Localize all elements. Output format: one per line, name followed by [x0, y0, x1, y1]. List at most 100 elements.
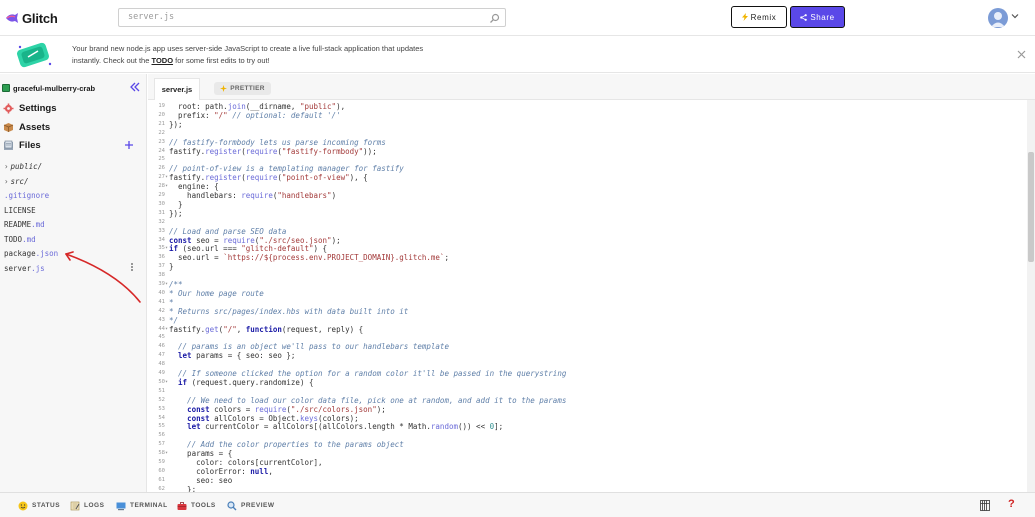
code-line[interactable]: 33 // Load and parse SEO data — [148, 227, 1028, 236]
file-item-readme[interactable]: README .md — [4, 218, 45, 230]
line-number: 19 — [158, 103, 165, 109]
code-line[interactable]: 32 — [148, 218, 1028, 227]
search-input[interactable]: server.js — [118, 8, 506, 27]
code-line[interactable]: 31}); — [148, 209, 1028, 218]
line-number: 40 — [158, 289, 165, 296]
code-line[interactable]: 35 ▾ if (seo.url === "glitch-default") { — [148, 244, 1028, 253]
chevron-right-icon: › — [4, 161, 9, 171]
code-line[interactable]: 47 let params = { seo: seo }; — [148, 351, 1028, 360]
code-line[interactable]: 51 — [148, 387, 1028, 396]
code-line[interactable]: 20 prefix: "/" // optional: default '/' — [148, 111, 1028, 120]
close-icon[interactable] — [1017, 50, 1026, 59]
sidebar-item-assets[interactable]: Assets — [3, 120, 50, 134]
share-button[interactable]: Share — [790, 6, 845, 28]
sidebar-item-files[interactable]: Files — [3, 138, 41, 152]
code-line[interactable]: 46 // params is an object we'll pass to … — [148, 342, 1028, 351]
code-line[interactable]: 60 colorError: null, — [148, 467, 1028, 476]
chevron-down-icon[interactable] — [1011, 12, 1019, 20]
line-number: 33 — [158, 227, 165, 234]
code-line[interactable]: 36 seo.url = `https://${process.env.PROJ… — [148, 253, 1028, 262]
code-line[interactable]: 38 — [148, 271, 1028, 280]
code-line[interactable]: 53 const colors = require("./src/colors.… — [148, 405, 1028, 414]
file-extension: .js — [31, 263, 45, 273]
code-text: fastify.register(require("point-of-view"… — [169, 173, 368, 183]
keyboard-shortcuts-icon[interactable] — [980, 500, 990, 511]
code-line[interactable]: 27 ▾ fastify.register(require("point-of-vi… — [148, 173, 1028, 182]
remix-button[interactable]: Remix — [731, 6, 787, 28]
file-item-todo[interactable]: TODO .md — [4, 233, 36, 245]
code-line[interactable]: 26 // point-of-view is a templating manag… — [148, 164, 1028, 173]
line-number: 27 — [158, 174, 165, 181]
code-line[interactable]: 52 // We need to load our color data fil… — [148, 396, 1028, 405]
glitch-logo[interactable]: Glitch — [5, 9, 58, 27]
tools-button[interactable]: TOOLS — [177, 499, 216, 512]
code-text: } — [169, 199, 183, 209]
editor-scrollbar[interactable] — [1027, 100, 1035, 492]
folder-item-src[interactable]: › src/ — [4, 175, 29, 187]
file-item-package-json[interactable]: package .json — [4, 247, 58, 259]
code-line[interactable]: 62 }; — [148, 485, 1028, 492]
code-line[interactable]: 59 color: colors[currentColor], — [148, 458, 1028, 467]
scrollbar-thumb[interactable] — [1028, 152, 1034, 262]
todo-link[interactable]: TODO — [152, 56, 174, 65]
preview-button[interactable]: PREVIEW — [227, 499, 274, 512]
code-line[interactable]: 58 ▾ params = { — [148, 449, 1028, 458]
line-number: 52 — [158, 396, 165, 403]
code-line[interactable]: 55 let currentColor = allColors[(allColo… — [148, 422, 1028, 431]
line-number: 31 — [158, 209, 165, 216]
line-number: 61 — [158, 476, 165, 483]
welcome-banner: Your brand new node.js app uses server-s… — [0, 37, 1035, 73]
code-line[interactable]: 21}); — [148, 120, 1028, 129]
code-area[interactable]: 19 root: path.join(__dirname, "public"),… — [148, 100, 1028, 492]
file-item-license[interactable]: LICENSE — [4, 204, 36, 216]
code-line[interactable]: 54 const allColors = Object.keys(colors)… — [148, 414, 1028, 423]
code-line[interactable]: 48 — [148, 360, 1028, 369]
code-line[interactable]: 42 * Returns src/pages/index.hbs with dat… — [148, 307, 1028, 316]
folder-item-public[interactable]: › public/ — [4, 160, 42, 172]
code-line[interactable]: 45 — [148, 333, 1028, 342]
prettier-button[interactable]: PRETTIER — [214, 82, 271, 95]
code-line[interactable]: 25 — [148, 155, 1028, 164]
sidebar-item-settings[interactable]: Settings — [3, 101, 56, 115]
terminal-button[interactable]: TERMINAL — [116, 499, 168, 512]
line-number: 47 — [158, 352, 165, 359]
file-item-server-js[interactable]: server .js — [4, 262, 45, 274]
code-line[interactable]: 49 // If someone clicked the option for … — [148, 369, 1028, 378]
code-line[interactable]: 28 ▾ engine: { — [148, 182, 1028, 191]
top-bar: Glitch server.js Remix Share — [0, 0, 1035, 36]
line-number: 58 — [158, 450, 165, 457]
logs-button[interactable]: LOGS — [70, 499, 104, 512]
code-line[interactable]: 40 * Our home page route — [148, 289, 1028, 298]
collapse-sidebar-icon[interactable] — [129, 81, 141, 93]
code-text: colorError: null, — [169, 466, 273, 476]
code-line[interactable]: 43 */ — [148, 316, 1028, 325]
code-line[interactable]: 39 ▾/** — [148, 280, 1028, 289]
file-item-gitignore[interactable]: .gitignore — [4, 189, 49, 201]
code-text: if (seo.url === "glitch-default") { — [169, 244, 328, 254]
user-avatar[interactable] — [988, 8, 1008, 28]
code-line[interactable]: 61 seo: seo — [148, 476, 1028, 485]
preview-icon — [227, 500, 237, 510]
code-line[interactable]: 44 ▾ fastify.get("/", function(request, re… — [148, 325, 1028, 334]
code-line[interactable]: 30 } — [148, 200, 1028, 209]
code-line[interactable]: 22 — [148, 129, 1028, 138]
help-button[interactable]: ? — [1008, 498, 1015, 510]
code-line[interactable]: 19 root: path.join(__dirname, "public"), — [148, 102, 1028, 111]
code-text: /** — [169, 280, 183, 289]
project-name-button[interactable]: graceful-mulberry-crab — [2, 82, 95, 94]
code-line[interactable]: 56 — [148, 431, 1028, 440]
code-line[interactable]: 57 // Add the color properties to the pa… — [148, 440, 1028, 449]
code-line[interactable]: 37} — [148, 262, 1028, 271]
file-name: package — [4, 248, 36, 258]
add-file-icon[interactable] — [124, 140, 134, 150]
code-line[interactable]: 50 ▾ if (request.query.randomize) { — [148, 378, 1028, 387]
status-button[interactable]: STATUS — [18, 499, 60, 512]
code-line[interactable]: 41 * — [148, 298, 1028, 307]
code-line[interactable]: 24 fastify.register(require("fastify-form… — [148, 147, 1028, 156]
sidebar-item-label: Assets — [19, 121, 51, 133]
code-line[interactable]: 34 const seo = require("./src/seo.json"); — [148, 236, 1028, 245]
code-line[interactable]: 29 handlebars: require("handlebars") — [148, 191, 1028, 200]
code-line[interactable]: 23 // fastify-formbody lets us parse inco… — [148, 138, 1028, 147]
file-extension: .md — [31, 219, 45, 229]
tab-server-js[interactable]: server.js — [154, 78, 200, 100]
